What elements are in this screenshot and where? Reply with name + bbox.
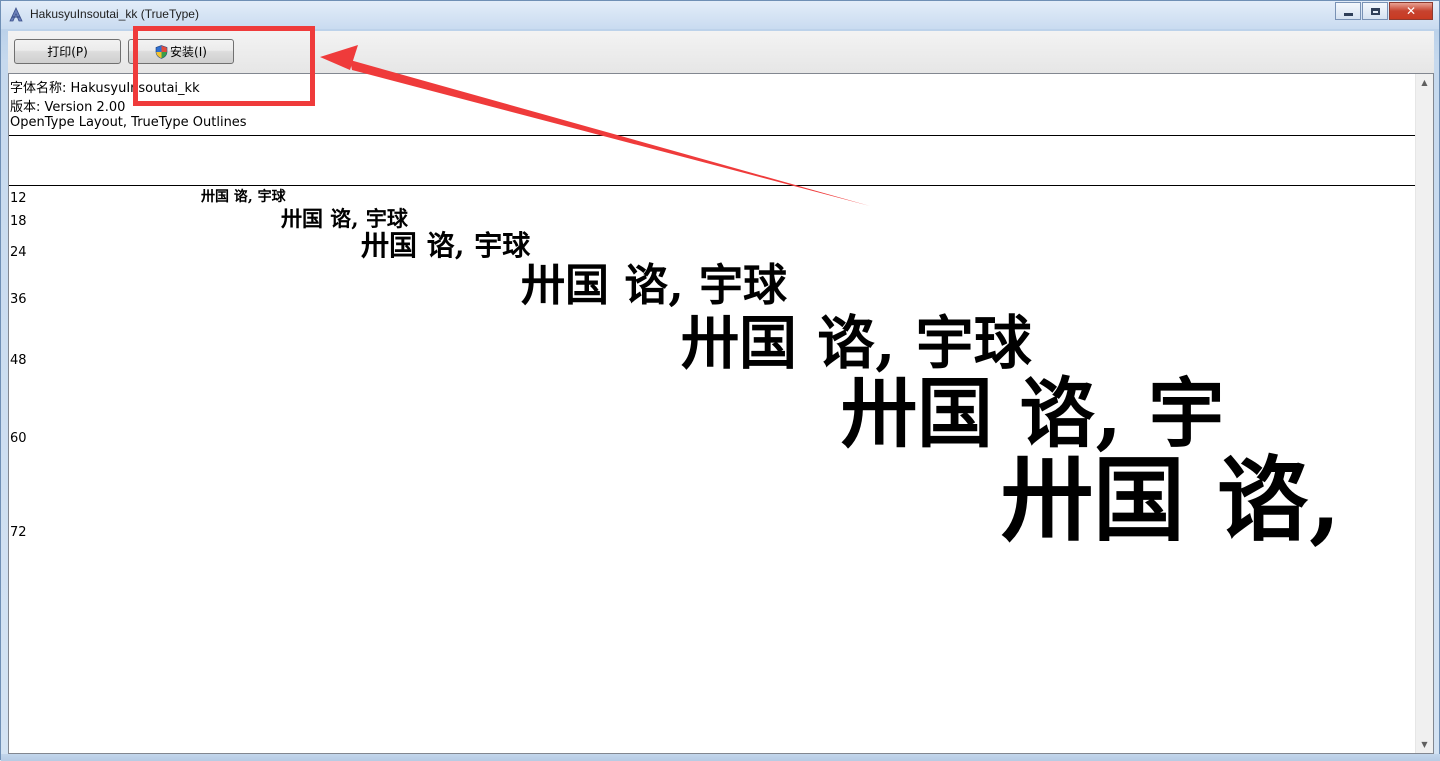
sample-text-72: 卅国 谘, — [1001, 446, 1342, 554]
divider-bottom — [9, 185, 1417, 186]
font-viewer-icon — [9, 7, 23, 22]
close-icon: ✕ — [1405, 4, 1417, 18]
annotation-highlight-box — [133, 26, 315, 106]
font-type-line: OpenType Layout, TrueType Outlines — [10, 115, 247, 130]
sample-text-18: 卅国 谘, 宇球 — [281, 206, 408, 231]
font-version-line: 版本: Version 2.00 — [10, 100, 126, 115]
divider-top — [9, 135, 1417, 136]
size-label-24: 24 — [10, 245, 27, 260]
print-button-label: 打印(P) — [47, 45, 88, 59]
scroll-up-icon[interactable]: ▲ — [1416, 74, 1433, 91]
close-button[interactable]: ✕ — [1389, 2, 1433, 20]
scroll-down-icon[interactable]: ▼ — [1416, 736, 1433, 753]
sample-text-48: 卅国 谘, 宇球 — [681, 309, 1032, 377]
minimize-icon — [1343, 12, 1353, 16]
minimize-button[interactable] — [1335, 2, 1361, 20]
caption-buttons: ✕ — [1334, 2, 1433, 22]
title-bar[interactable]: HakusyuInsoutai_kk (TrueType) ✕ — [1, 1, 1439, 29]
font-preview-area: 字体名称: HakusyuInsoutai_kk 版本: Version 2.0… — [8, 73, 1434, 754]
size-label-12: 12 — [10, 191, 27, 206]
print-button[interactable]: 打印(P) — [14, 39, 121, 64]
size-label-36: 36 — [10, 292, 27, 307]
size-label-72: 72 — [10, 525, 27, 540]
font-preview-window: HakusyuInsoutai_kk (TrueType) ✕ 打印(P) 安装… — [0, 0, 1440, 761]
sample-text-24: 卅国 谘, 宇球 — [361, 229, 531, 262]
sample-text-36: 卅国 谘, 宇球 — [521, 260, 787, 311]
size-label-48: 48 — [10, 353, 27, 368]
maximize-button[interactable] — [1362, 2, 1388, 20]
sample-text-60: 卅国 谘, 宇 — [841, 369, 1225, 458]
sample-text-12: 卅国 谘, 宇球 — [201, 189, 286, 205]
size-label-18: 18 — [10, 214, 27, 229]
size-label-60: 60 — [10, 431, 27, 446]
maximize-icon — [1370, 7, 1380, 15]
vertical-scrollbar[interactable]: ▲ ▼ — [1415, 74, 1433, 753]
window-title: HakusyuInsoutai_kk (TrueType) — [30, 7, 199, 21]
